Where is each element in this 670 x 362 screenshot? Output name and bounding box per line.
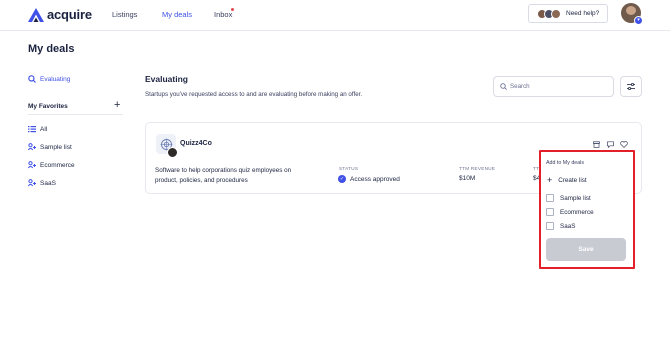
add-to-deals-dropdown: Add to My deals + Create list Sample lis…: [539, 150, 635, 269]
company-description: Software to help corporations quiz emplo…: [155, 167, 292, 184]
sidebar-item-evaluating[interactable]: Evaluating: [28, 75, 70, 83]
section-subtitle: Startups you've requested access to and …: [145, 91, 363, 98]
list-option-label: Sample list: [560, 194, 591, 202]
checkbox[interactable]: [546, 208, 554, 216]
profile-menu-icon[interactable]: ▾: [634, 16, 643, 25]
checkbox[interactable]: [546, 222, 554, 230]
sliders-icon: [627, 83, 635, 90]
plus-icon: +: [547, 175, 553, 185]
support-avatars: [537, 8, 561, 19]
sidebar-item-ecommerce[interactable]: Ecommerce: [28, 161, 75, 169]
nav-listings[interactable]: Listings: [112, 10, 137, 19]
list-option-label: SaaS: [560, 222, 576, 230]
company-name[interactable]: Quizz4Co: [180, 140, 212, 147]
card-actions: [586, 140, 628, 148]
status-value: ✓ Access approved: [338, 175, 400, 183]
inbox-unread-dot: [231, 8, 234, 11]
people-icon: [28, 161, 36, 169]
add-favorite-list-button[interactable]: +: [114, 100, 120, 111]
search-box[interactable]: [493, 76, 614, 97]
sidebar-item-label: Evaluating: [40, 75, 71, 83]
magnifier-icon: [28, 75, 36, 83]
founder-avatar: [167, 147, 178, 158]
create-list-button[interactable]: + Create list: [547, 175, 587, 185]
support-avatar: [551, 8, 561, 19]
ttm-revenue-value: $10M: [459, 175, 476, 182]
filter-button[interactable]: [620, 76, 642, 97]
list-option-sample-list[interactable]: Sample list: [546, 194, 591, 202]
sidebar-item-saas[interactable]: SaaS: [28, 179, 56, 187]
search-icon: [500, 83, 507, 90]
nav-inbox[interactable]: Inbox: [214, 10, 232, 19]
page-title: My deals: [28, 43, 75, 55]
people-icon: [28, 143, 36, 151]
sidebar-item-label: Ecommerce: [40, 161, 75, 169]
search-input[interactable]: [510, 83, 605, 90]
logo-text: acquire: [47, 7, 92, 22]
acquire-logo[interactable]: acquire: [28, 7, 92, 22]
favorites-heading: My Favorites: [28, 103, 68, 110]
status-label: STATUS: [339, 166, 359, 171]
list-icon: [28, 125, 36, 133]
nav-my-deals[interactable]: My deals: [162, 10, 192, 19]
list-option-saas[interactable]: SaaS: [546, 222, 575, 230]
status-text: Access approved: [350, 175, 400, 183]
list-option-label: Ecommerce: [560, 208, 594, 216]
list-option-ecommerce[interactable]: Ecommerce: [546, 208, 594, 216]
sidebar-divider: [28, 114, 123, 115]
top-nav: acquire Listings My deals Inbox Need hel…: [0, 0, 670, 31]
sidebar-item-all[interactable]: All: [28, 125, 47, 133]
create-list-label: Create list: [558, 176, 587, 184]
heart-icon[interactable]: [620, 140, 628, 148]
need-help-button[interactable]: Need help?: [528, 4, 608, 23]
check-circle-icon: ✓: [338, 175, 346, 183]
sidebar-item-label: All: [40, 125, 48, 133]
acquire-logo-icon: [28, 7, 44, 22]
ttm-revenue-label: TTM REVENUE: [459, 166, 496, 171]
sidebar-item-label: SaaS: [40, 179, 56, 187]
archive-icon[interactable]: [592, 140, 600, 148]
section-title: Evaluating: [145, 74, 188, 84]
people-icon: [28, 179, 36, 187]
dropdown-title: Add to My deals: [546, 160, 584, 166]
need-help-label: Need help?: [566, 10, 600, 17]
sidebar-item-sample-list[interactable]: Sample list: [28, 143, 72, 151]
save-button[interactable]: Save: [546, 238, 626, 261]
comment-icon[interactable]: [606, 140, 614, 148]
checkbox[interactable]: [546, 194, 554, 202]
sidebar-item-label: Sample list: [40, 143, 72, 151]
